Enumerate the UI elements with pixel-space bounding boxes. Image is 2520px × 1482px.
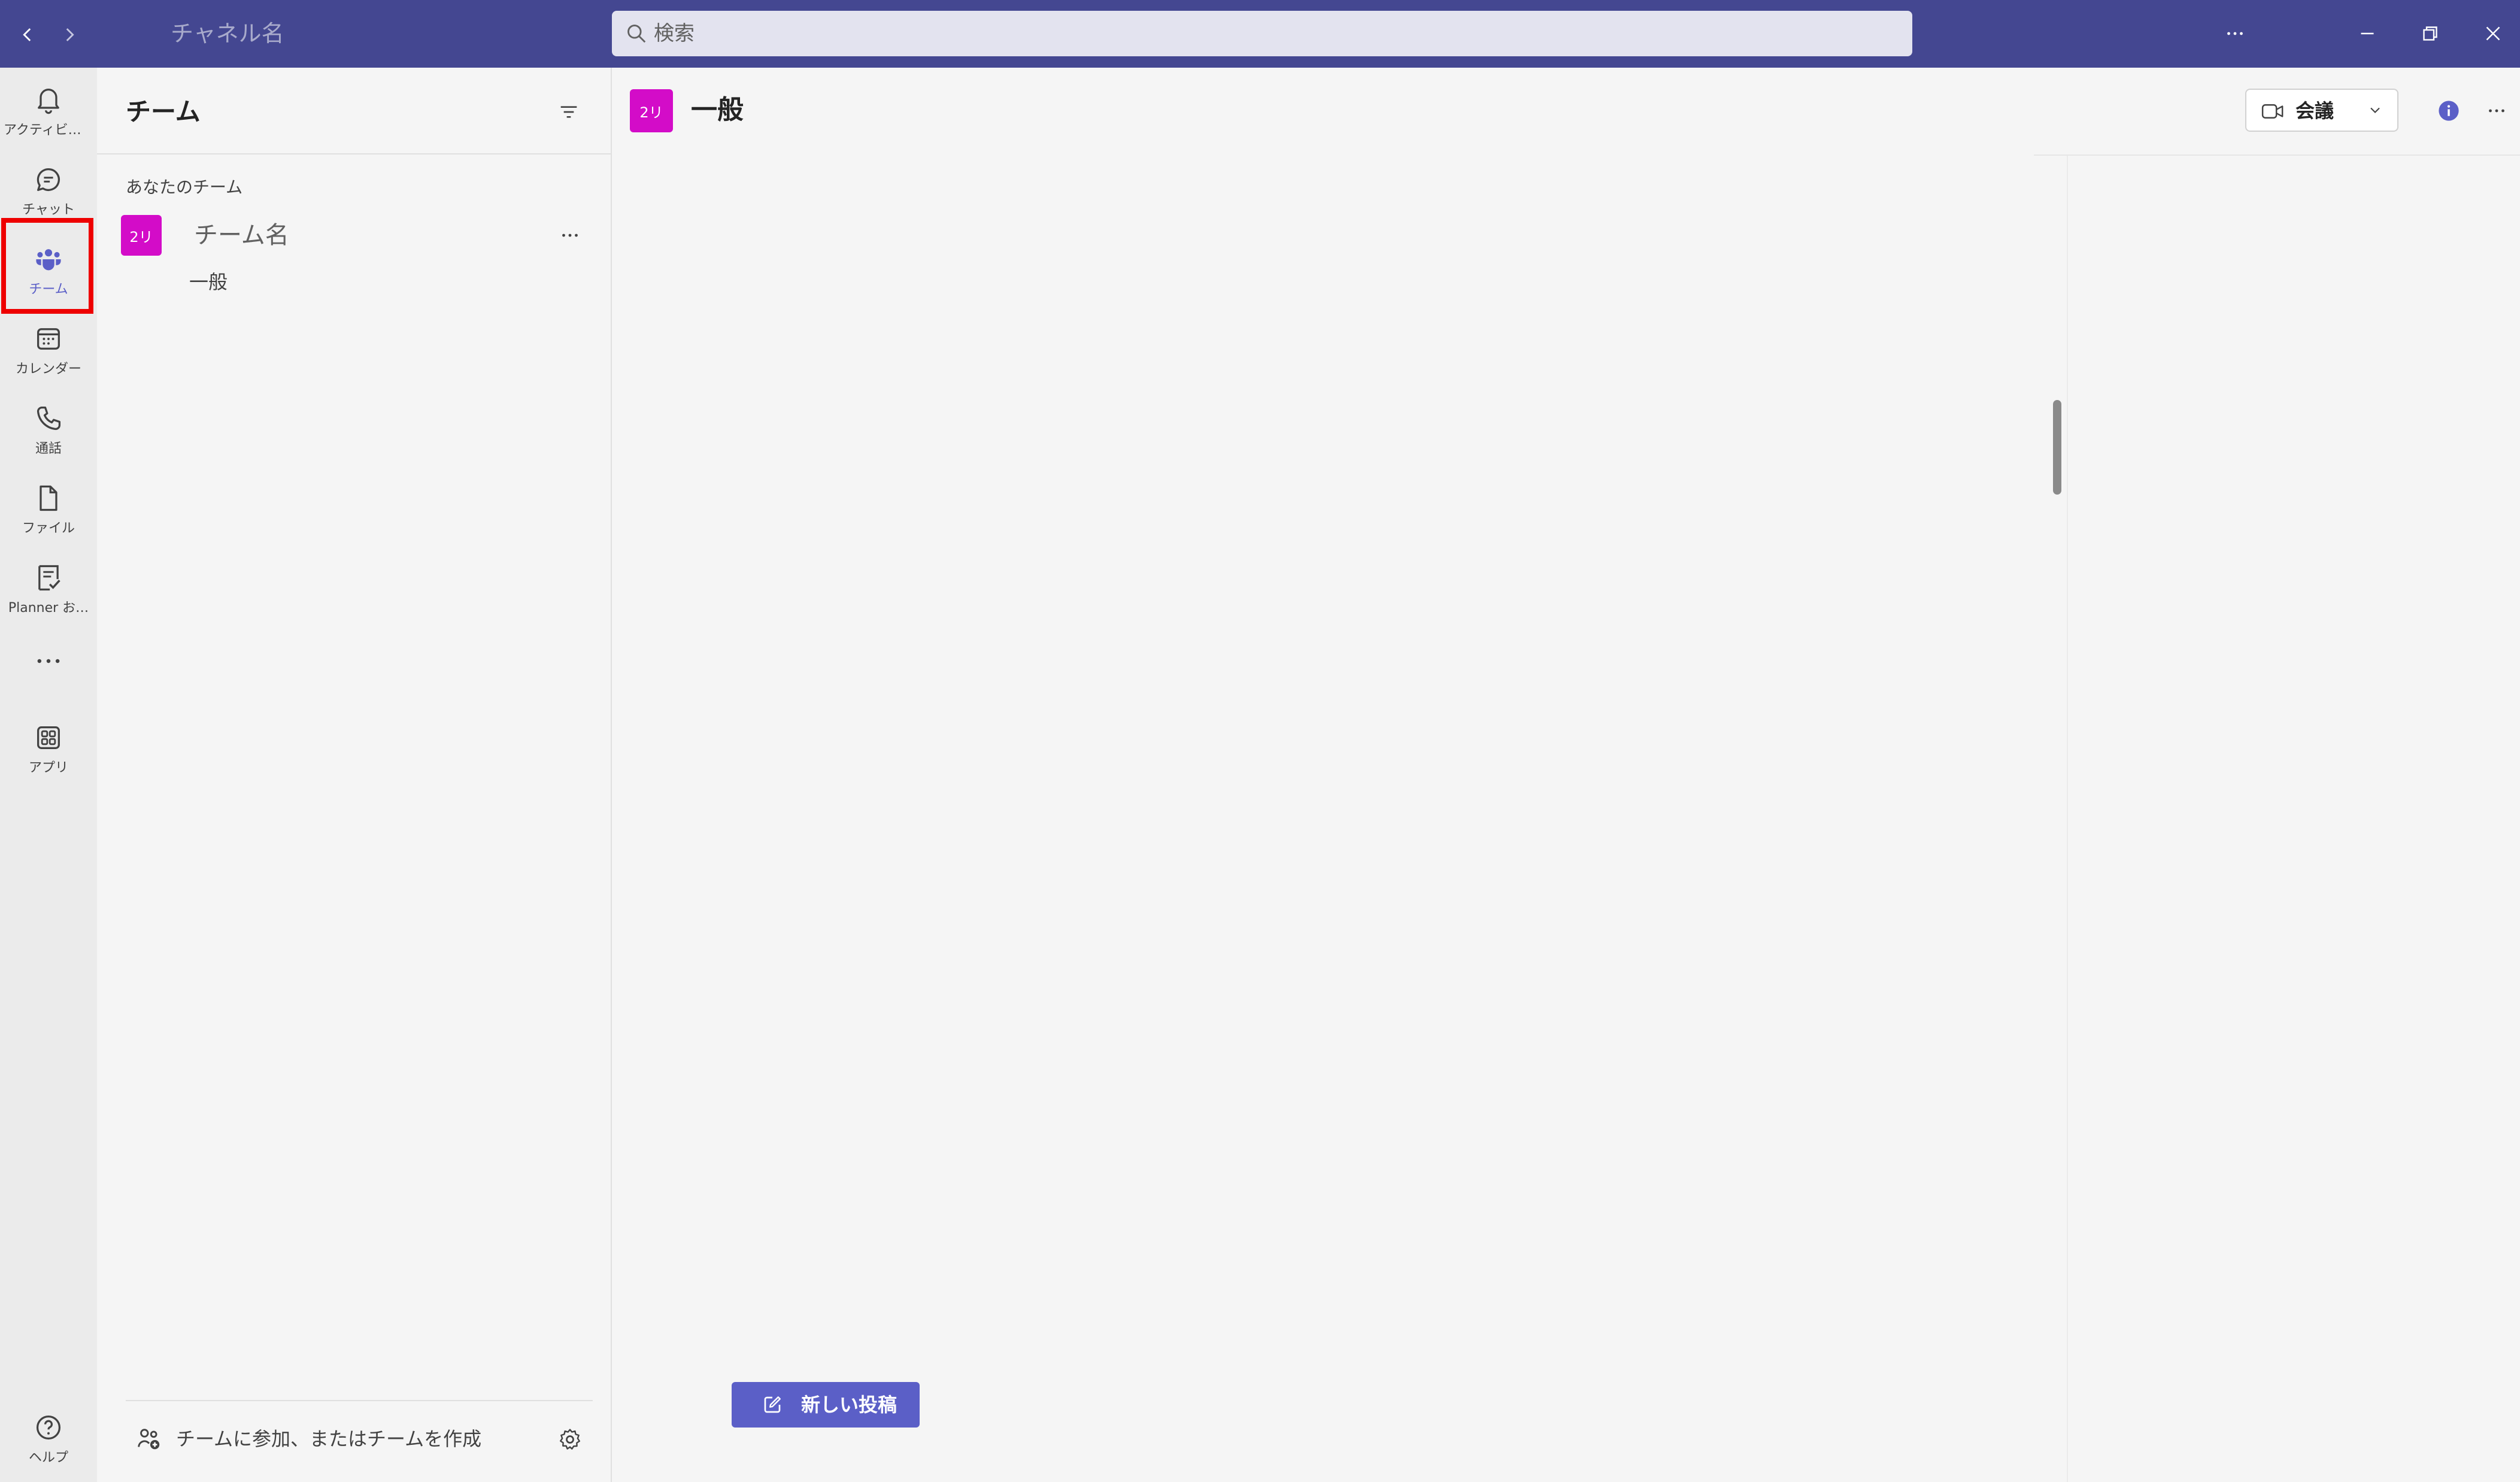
close-button[interactable]: [2466, 12, 2520, 55]
title-bar: チャネル名: [0, 0, 2520, 68]
filter-button[interactable]: [552, 95, 586, 129]
restore-button[interactable]: [2403, 12, 2457, 55]
restore-icon: [2423, 26, 2437, 41]
chevron-left-icon: [23, 28, 31, 41]
file-icon: [40, 485, 57, 511]
channel-header: 2リ 一般 会議: [612, 68, 2520, 154]
rail-item-label: アプリ: [28, 760, 68, 775]
rail-item-label: アクティビティ: [4, 123, 94, 138]
planner-icon: [38, 565, 60, 591]
back-button[interactable]: [10, 17, 46, 53]
rail-item-activity[interactable]: アクティビティ: [0, 74, 97, 151]
close-icon: [2486, 26, 2500, 41]
forward-button[interactable]: [51, 17, 87, 53]
join-or-create-team-link[interactable]: チームに参加、またはチームを作成: [126, 1414, 533, 1462]
more-horizontal-icon: [2227, 32, 2243, 35]
more-horizontal-icon: [37, 659, 60, 663]
meet-button[interactable]: 会議: [2245, 89, 2354, 132]
minimize-button[interactable]: [2340, 12, 2394, 55]
more-horizontal-icon: [562, 234, 578, 237]
rail-item-calendar[interactable]: カレンダー: [0, 313, 97, 390]
gear-icon: [560, 1429, 580, 1450]
rail-item-planner[interactable]: Planner お…: [0, 551, 97, 629]
pane-title: チーム: [126, 97, 201, 126]
filter-icon: [560, 106, 577, 118]
teams-list-pane: チーム あなたのチーム 2リ チーム名 一般 チームに参加、またはチームを作成: [97, 68, 612, 1482]
channel-list-item[interactable]: 一般: [97, 264, 492, 300]
search-icon: [627, 25, 646, 43]
rail-item-label: チャット: [22, 202, 75, 217]
phone-icon: [37, 406, 61, 430]
channel-more-button[interactable]: [2480, 94, 2513, 128]
chevron-right-icon: [66, 28, 74, 41]
rail-item-help[interactable]: ヘルプ: [0, 1401, 97, 1479]
meet-button-label: 会議: [2295, 99, 2334, 122]
window-title: チャネル名: [171, 20, 284, 47]
calendar-icon: [37, 328, 60, 350]
rail-item-label: カレンダー: [15, 362, 81, 377]
chat-icon: [37, 168, 60, 191]
video-camera-icon: [2261, 104, 2284, 119]
rail-item-label: Planner お…: [8, 601, 89, 616]
pane-footer: チームに参加、またはチームを作成: [126, 1400, 593, 1482]
compose-icon: [764, 1396, 781, 1413]
team-name: チーム名: [194, 222, 289, 249]
rail-item-label: ヘルプ: [28, 1450, 68, 1465]
channel-title: 一般: [691, 95, 744, 125]
channel-main-area: 2リ 一般 会議 新しい投稿: [612, 68, 2520, 1482]
rail-item-label: 通話: [35, 441, 62, 456]
highlight-box: [1, 218, 93, 314]
join-or-create-team-label: チームに参加、またはチームを作成: [176, 1428, 482, 1450]
pane-header: チーム: [97, 68, 611, 154]
search-box[interactable]: [612, 11, 1912, 56]
scrollbar-thumb[interactable]: [2053, 400, 2061, 495]
people-add-icon: [138, 1429, 160, 1450]
team-avatar: 2リ: [121, 215, 162, 256]
more-options-button[interactable]: [2208, 12, 2262, 55]
header-divider: [2034, 154, 2520, 156]
channel-avatar: 2リ: [630, 89, 673, 132]
info-icon: [2439, 101, 2459, 121]
search-input[interactable]: [654, 11, 1881, 56]
bell-icon: [38, 89, 59, 114]
channel-info-button[interactable]: [2432, 94, 2466, 128]
rail-item-apps[interactable]: アプリ: [0, 711, 97, 789]
team-list-item[interactable]: 2リ チーム名: [121, 211, 588, 259]
minimize-icon: [2361, 32, 2374, 35]
side-panel-divider: [2067, 156, 2068, 1482]
manage-teams-settings-button[interactable]: [552, 1422, 588, 1457]
apps-icon: [37, 726, 60, 749]
section-label-your-teams: あなたのチーム: [126, 177, 243, 197]
rail-more-button[interactable]: [0, 640, 97, 681]
new-post-button[interactable]: 新しい投稿: [732, 1382, 920, 1428]
rail-item-calls[interactable]: 通話: [0, 392, 97, 470]
channel-name: 一般: [189, 271, 228, 293]
rail-item-label: ファイル: [22, 521, 75, 536]
new-post-label: 新しい投稿: [801, 1393, 897, 1416]
help-icon: [36, 1415, 61, 1440]
chevron-down-icon: [2370, 107, 2380, 113]
more-horizontal-icon: [2489, 109, 2504, 113]
rail-item-files[interactable]: ファイル: [0, 472, 97, 550]
team-more-button[interactable]: [552, 217, 588, 253]
meet-options-dropdown[interactable]: [2353, 89, 2398, 132]
